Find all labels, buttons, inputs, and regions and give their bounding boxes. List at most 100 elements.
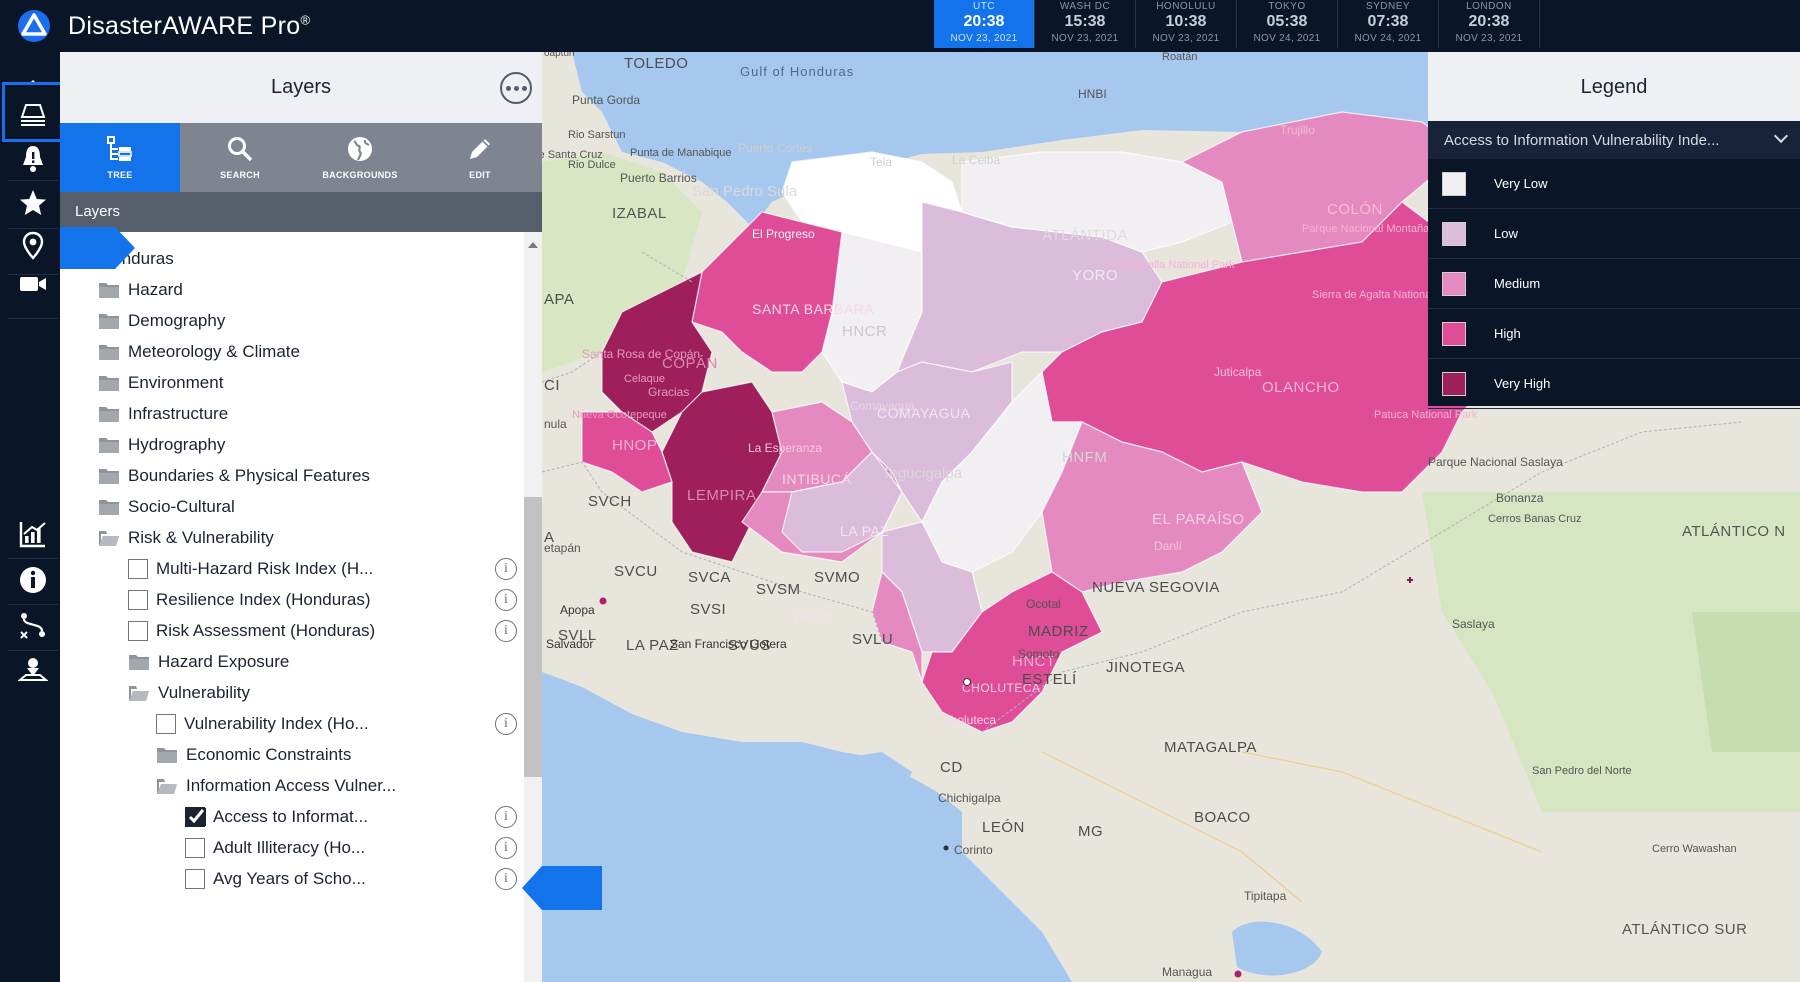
legend-item: Low (1428, 209, 1800, 259)
tab-search-label: SEARCH (220, 170, 260, 180)
map-label-large: ESTELÍ (1022, 671, 1077, 688)
analytics-button[interactable] (8, 510, 58, 558)
layer-info-icon[interactable]: i (495, 837, 517, 859)
folder-icon (128, 653, 158, 671)
folder-icon (98, 343, 128, 361)
map-label-large: SVMO (814, 569, 860, 586)
map-label-small: Bonanza (1496, 491, 1544, 505)
legend-layer-select[interactable]: Access to Information Vulnerability Inde… (1428, 121, 1800, 159)
map-label-large: TOLEDO (624, 55, 688, 72)
favorites-button[interactable] (8, 179, 58, 227)
map-label-small: Tipitapa (1244, 889, 1287, 903)
checkbox[interactable] (128, 590, 148, 610)
video-button[interactable] (8, 260, 58, 308)
folder-open-icon (128, 684, 158, 702)
map-label-large: LA PAZ (840, 523, 889, 539)
layer-info-icon[interactable]: i (495, 558, 517, 580)
folder-icon (156, 746, 186, 764)
map-label-small: Danlí (1154, 539, 1183, 553)
tab-edit[interactable]: EDIT (420, 123, 540, 192)
scrollbar-thumb[interactable] (524, 497, 542, 777)
tree-node[interactable]: Socio-Cultural (98, 492, 235, 522)
tab-backgrounds[interactable]: BACKGROUNDS (300, 123, 420, 192)
tree-node[interactable]: Hydrography (98, 430, 225, 460)
layers-button[interactable] (2, 82, 64, 142)
clock-date: NOV 23, 2021 (950, 33, 1018, 44)
map-label-large: SVSM (756, 581, 801, 598)
tree-node-label: Vulnerability Index (Ho... (184, 714, 369, 733)
map-label-small: Choluteca (942, 713, 996, 727)
more-options-button[interactable] (500, 72, 532, 104)
city-marker (963, 678, 971, 686)
tree-node[interactable]: Vulnerability Index (Ho... (156, 709, 369, 739)
tree-node[interactable]: Adult Illiteracy (Ho... (185, 833, 365, 863)
map-label-large: OLANCHO (1262, 379, 1340, 396)
checkbox-checked[interactable] (185, 807, 206, 827)
city-marker (1234, 970, 1242, 978)
checkbox[interactable] (128, 559, 148, 579)
clock-date: NOV 24, 2021 (1253, 33, 1321, 44)
tree-node-label: Socio-Cultural (128, 497, 235, 516)
clock-5[interactable]: LONDON 20:38 NOV 23, 2021 (1439, 0, 1540, 48)
clock-1[interactable]: WASH DC 15:38 NOV 23, 2021 (1035, 0, 1136, 48)
map-label-large: MADRIZ (1028, 623, 1089, 640)
clock-date: NOV 23, 2021 (1455, 33, 1523, 44)
layer-info-icon[interactable]: i (495, 620, 517, 642)
map-user-button[interactable] (8, 645, 58, 693)
routing-button[interactable] (8, 601, 58, 649)
checkbox[interactable] (185, 869, 205, 889)
map-label-large: SVCU (614, 563, 658, 580)
app-logo-icon[interactable] (14, 8, 54, 44)
layer-info-icon[interactable]: i (495, 868, 517, 890)
tree-node[interactable]: Environment (98, 368, 223, 398)
tree-node[interactable]: Infrastructure (98, 399, 228, 429)
checkbox[interactable] (156, 714, 176, 734)
legend-label: Very Low (1494, 176, 1548, 191)
clock-time: 10:38 (1165, 13, 1207, 30)
scroll-up-arrow-icon[interactable] (528, 242, 538, 248)
map-label-large: HNOP (612, 437, 657, 454)
tree-node[interactable]: Resilience Index (Honduras) (128, 585, 371, 615)
selected-node-arrow-icon (60, 227, 135, 269)
legend-item: Very High (1428, 359, 1800, 409)
map-label-small: Cerros Banas Cruz (1488, 513, 1582, 525)
tree-node[interactable]: Boundaries & Physical Features (98, 461, 370, 491)
tree-node[interactable]: Access to Informat... (185, 802, 368, 832)
info-icon (20, 567, 46, 593)
tree-node[interactable]: Multi-Hazard Risk Index (H... (128, 554, 373, 584)
clock-0[interactable]: UTC 20:38 NOV 23, 2021 (934, 0, 1035, 48)
tree-node[interactable]: Meteorology & Climate (98, 337, 300, 367)
folder-icon (98, 312, 128, 330)
notifications-button[interactable] (8, 134, 58, 182)
layer-info-icon[interactable]: i (495, 589, 517, 611)
active-layer-arrow-icon (522, 866, 602, 910)
tree-node[interactable]: Demography (98, 306, 225, 336)
map-label-small: Patuca National Park (1374, 409, 1478, 421)
tree-node[interactable]: Economic Constraints (156, 740, 351, 770)
tree-node[interactable]: Risk & Vulnerability (98, 523, 274, 553)
clock-date: NOV 23, 2021 (1051, 33, 1119, 44)
clock-4[interactable]: SYDNEY 07:38 NOV 24, 2021 (1338, 0, 1439, 48)
layer-info-icon[interactable]: i (495, 713, 517, 735)
tree-node[interactable]: Hazard (98, 275, 183, 305)
tree-node[interactable]: Vulnerability (128, 678, 250, 708)
info-button[interactable] (8, 556, 58, 604)
tree-node[interactable]: Information Access Vulner... (156, 771, 396, 801)
tree-node[interactable]: Avg Years of Scho... (185, 864, 366, 894)
checkbox[interactable] (128, 621, 148, 641)
legend-items: Very Low Low Medium High Very High (1428, 159, 1800, 409)
map-label-small: La Muralla National Park (1114, 259, 1235, 271)
map-label-large: SVSI (690, 601, 726, 618)
map-label-large: HNCR (842, 323, 887, 340)
video-camera-icon (20, 277, 46, 291)
clock-3[interactable]: TOKYO 05:38 NOV 24, 2021 (1237, 0, 1338, 48)
tab-search[interactable]: SEARCH (180, 123, 300, 192)
layer-info-icon[interactable]: i (495, 806, 517, 828)
tree-node[interactable]: Hazard Exposure (128, 647, 289, 677)
clock-2[interactable]: HONOLULU 10:38 NOV 23, 2021 (1136, 0, 1237, 48)
tab-tree[interactable]: TREE (60, 123, 180, 192)
more-dot (513, 85, 519, 91)
checkbox[interactable] (185, 838, 205, 858)
tree-node[interactable]: Risk Assessment (Honduras) (128, 616, 375, 646)
app-window: DisasterAWARE Pro® UTC 20:38 NOV 23, 2021 W… (0, 0, 1800, 982)
